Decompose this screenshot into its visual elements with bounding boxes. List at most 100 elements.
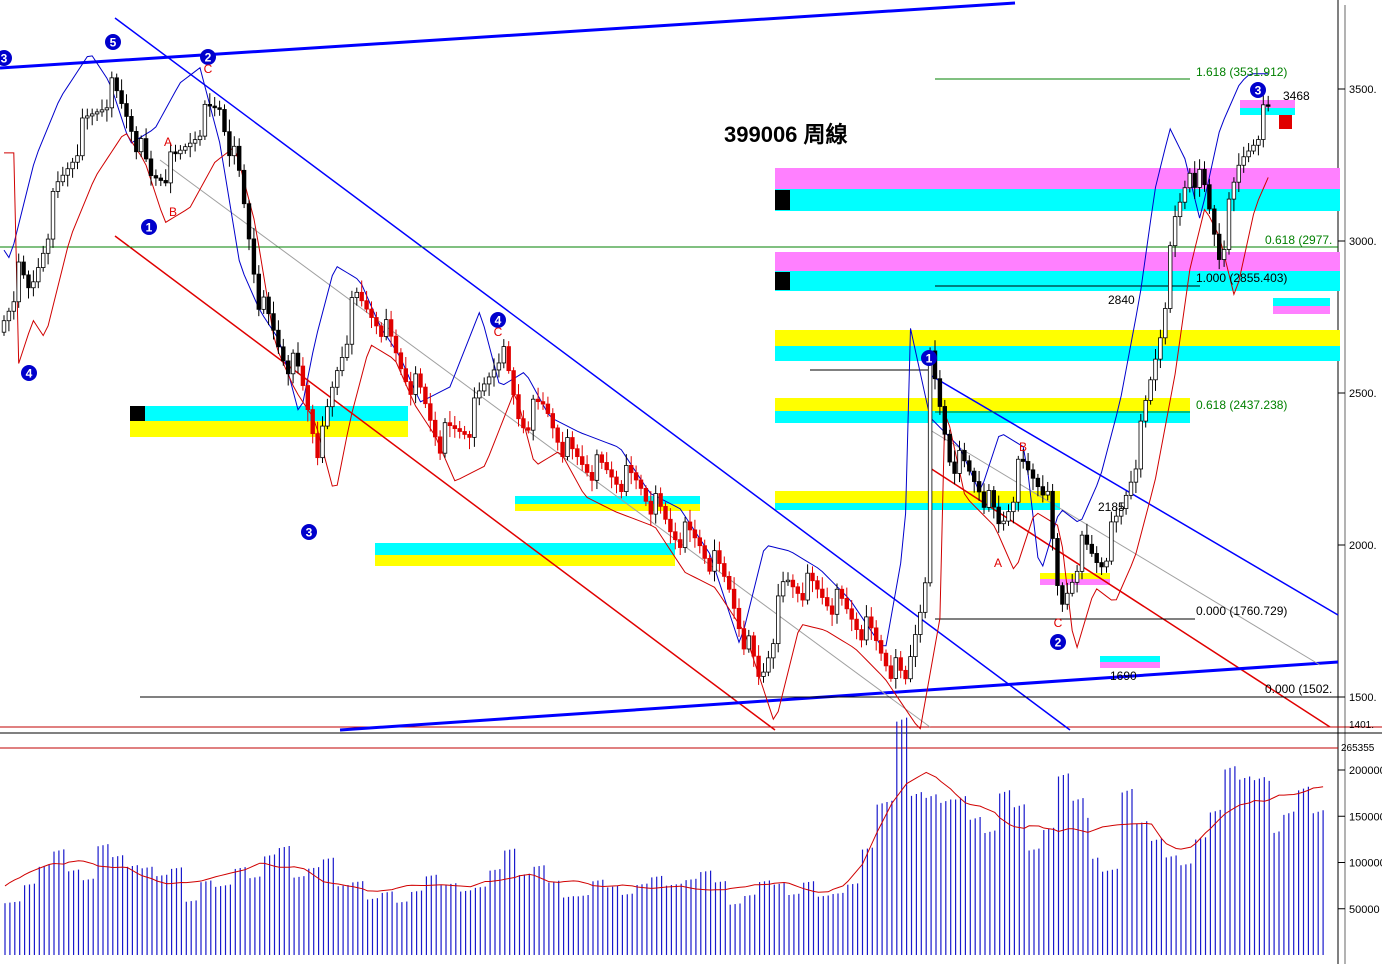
candle-body [849,608,854,620]
candle-body [1025,461,1031,471]
candle-body [687,521,693,531]
wave-label: 2 [1055,636,1062,650]
candle-body [261,296,266,310]
candle-body [129,116,134,132]
candle-body [859,629,864,641]
candle-body [447,422,453,427]
candle-body [462,431,467,435]
candle-body [957,449,962,474]
candle-body [810,572,815,582]
candle-body [570,437,575,450]
candle-body [256,273,261,310]
candle-body [320,425,325,459]
candle-body [496,362,502,371]
wave-label: B [169,205,177,219]
candle-body [584,464,590,473]
candle-body [1187,172,1192,189]
candle-body [1163,308,1168,339]
candle-body [501,346,506,364]
candle-body [1128,481,1134,496]
candle-body [864,616,869,641]
candle-body [1168,245,1173,309]
candle-body [334,370,340,388]
candle-body [437,436,443,454]
candle-body [285,360,291,375]
chart-title: 399006 周線 [724,122,848,147]
candle-body [526,427,531,431]
candle-body [290,352,296,375]
candle-body [1182,187,1188,203]
zone-cyan [1273,298,1330,306]
wave-label: 1 [926,352,933,366]
candle-body [1236,164,1241,183]
candle-body [21,261,26,276]
candle-body [1074,570,1080,583]
candle-body [1158,337,1163,360]
candle-body [903,669,908,680]
candle-body [834,588,840,615]
zone-marker [775,272,790,290]
candle-body [511,370,516,396]
fib-label-0618-upper: 0.618 (2977. [1265,233,1332,247]
wave-label: 3 [1,52,8,66]
candle-body [790,579,796,588]
candle-body [1055,538,1060,586]
candle-body [991,490,996,508]
candle-body [952,461,957,474]
volume-tick-label: 100000 [1349,858,1382,870]
candle-body [134,131,139,153]
wave-label: B [1019,440,1027,454]
candle-body [697,537,702,547]
zone-cyan [775,346,1340,361]
candle-body [550,413,555,429]
candle-body [692,529,698,539]
candle-body [1226,198,1232,250]
wave-label: 3 [1255,84,1262,98]
candle-body [962,449,967,462]
candle-body [702,545,707,559]
candle-body [1001,520,1006,525]
candle-body [138,138,144,153]
note-2840: 2840 [1108,293,1135,307]
candle-body [638,479,644,489]
candle-body [70,161,75,170]
candle-body [1021,458,1026,462]
candle-body [1217,233,1222,260]
candle-body [1231,181,1237,200]
elliott-wave-chart: 399006 周線 1.618 (3531.912) 0.618 (2977. … [0,0,1382,964]
candle-body [452,425,457,429]
candle-body [594,454,600,481]
candle-body [330,386,335,408]
candle-body [545,403,551,414]
candle-body [756,655,761,677]
wave-label: A [164,135,172,149]
wave-label: 5 [110,36,117,50]
candle-body [227,131,232,157]
candle-body [55,181,61,192]
candle-body [643,487,649,502]
candle-body [1212,208,1217,235]
candle-body [575,448,580,458]
candle-body [104,107,110,111]
zone-yellow [375,555,675,566]
candle-body [972,470,977,482]
candle-body [820,588,825,598]
candle-body [1221,249,1227,260]
candle-body [1060,585,1065,605]
wave-label: A [994,556,1002,570]
candle-body [614,476,619,485]
candle-body [94,111,100,115]
fib-label-low: 0.000 (1502. [1265,682,1332,696]
fib-label-1000: 1.000 (2855.403) [1196,271,1287,285]
candle-body [736,607,742,630]
candle-body [1109,521,1114,562]
price-tick-label: 3000. [1349,236,1377,248]
candle-body [986,490,992,508]
candle-body [1006,511,1011,522]
candle-body [1016,458,1021,503]
candle-body [888,665,894,679]
candle-body [1261,104,1266,140]
candle-body [531,398,536,431]
candle-body [535,398,541,403]
candle-body [869,616,874,629]
